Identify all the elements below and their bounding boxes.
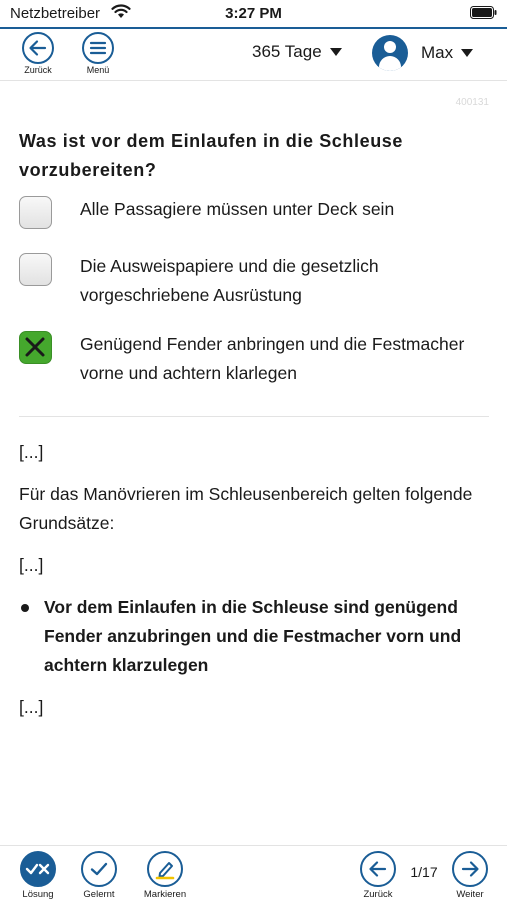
solution-button[interactable]: Lösung [13, 851, 63, 900]
caret-down-icon [329, 48, 342, 56]
page-counter: 1/17 [410, 864, 438, 880]
period-value: 365 Tage [252, 42, 322, 61]
pencil-icon [147, 851, 183, 887]
caret-down-icon [461, 49, 474, 57]
question-id: 400131 [455, 97, 489, 108]
period-dropdown[interactable]: 365 Tage [252, 40, 342, 64]
menu-button[interactable]: Menü [76, 32, 120, 75]
arrow-left-icon [22, 32, 54, 64]
back-button[interactable]: Zurück [16, 32, 60, 75]
answer-option-2[interactable]: Die Ausweispapiere und die gesetzlich vo… [19, 253, 489, 310]
prev-question-button[interactable]: Zurück [353, 851, 403, 900]
mark-button-label: Markieren [143, 889, 187, 900]
content-divider [19, 416, 489, 417]
menu-icon [82, 32, 114, 64]
toolbar-divider [0, 845, 507, 846]
solution-icon [20, 851, 56, 887]
arrow-left-icon [360, 851, 396, 887]
menu-button-label: Menü [86, 65, 110, 75]
prev-button-label: Zurück [363, 889, 393, 900]
answer-text: Die Ausweispapiere und die gesetzlich vo… [80, 256, 379, 305]
checkmark-icon [81, 851, 117, 887]
answer-option-3[interactable]: Genügend Fender anbringen und die Festma… [19, 331, 489, 388]
avatar-icon [372, 35, 408, 71]
next-button-label: Weiter [456, 889, 484, 900]
explanation-intro: Für das Manövrieren im Schleusenbereich … [19, 484, 473, 533]
status-bar: Netzbetreiber 3:27 PM [0, 0, 507, 26]
explanation-bullet: Vor dem Einlaufen in die Schleuse sind g… [19, 593, 489, 680]
explanation-list: Vor dem Einlaufen in die Schleuse sind g… [19, 593, 489, 680]
mark-button[interactable]: Markieren [140, 851, 190, 900]
ellipsis: [...] [19, 442, 44, 462]
cross-mark-icon [25, 337, 45, 357]
battery-icon [470, 6, 497, 24]
ellipsis: [...] [19, 697, 44, 717]
user-dropdown[interactable]: Max [372, 35, 474, 71]
answer-checkbox[interactable] [19, 253, 52, 286]
learned-button[interactable]: Gelernt [74, 851, 124, 900]
user-name: Max [421, 43, 454, 62]
back-button-label: Zurück [24, 65, 52, 75]
solution-button-label: Lösung [22, 889, 54, 900]
arrow-right-icon [452, 851, 488, 887]
status-time: 3:27 PM [225, 5, 282, 22]
next-question-button[interactable]: Weiter [445, 851, 495, 900]
answer-option-1[interactable]: Alle Passagiere müssen unter Deck sein [19, 196, 489, 229]
nav-divider [0, 80, 507, 81]
explanation: [...] Für das Manövrieren im Schleusenbe… [19, 438, 489, 735]
answer-text: Alle Passagiere müssen unter Deck sein [80, 199, 395, 219]
learned-button-label: Gelernt [83, 889, 115, 900]
question-text: Was ist vor dem Einlaufen in die Schleus… [19, 131, 404, 180]
answer-checkbox-checked[interactable] [19, 331, 52, 364]
answer-checkbox[interactable] [19, 196, 52, 229]
ellipsis: [...] [19, 555, 44, 575]
nav-bar: Zurück Menü 365 Tage Max [0, 29, 507, 79]
answer-text: Genügend Fender anbringen und die Festma… [80, 334, 465, 383]
